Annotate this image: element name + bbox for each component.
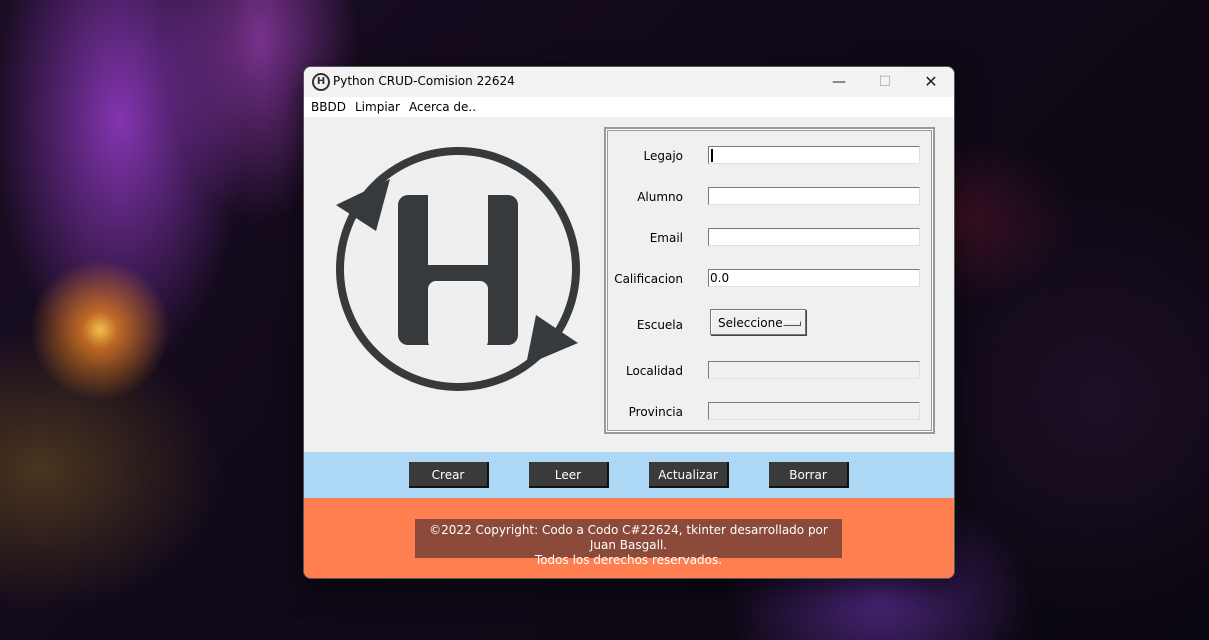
menu-limpiar[interactable]: Limpiar xyxy=(355,100,400,114)
maximize-button[interactable]: ☐ xyxy=(862,67,908,97)
borrar-button[interactable]: Borrar xyxy=(769,462,849,488)
close-button[interactable]: ✕ xyxy=(908,67,954,97)
calificacion-input[interactable]: 0.0 xyxy=(708,269,920,287)
label-localidad: Localidad xyxy=(625,364,683,378)
email-input[interactable] xyxy=(708,228,920,246)
provincia-input xyxy=(708,402,920,420)
label-calificacion: Calificacion xyxy=(614,272,683,286)
window-title: Python CRUD-Comision 22624 xyxy=(333,74,515,88)
menu-acerca-de[interactable]: Acerca de.. xyxy=(409,100,476,114)
app-icon: H xyxy=(312,73,330,91)
copyright-line-2: Todos los derechos reservados. xyxy=(534,553,723,567)
option-menu-indicator-icon xyxy=(783,321,801,326)
menu-bar: BBDD Limpiar Acerca de.. xyxy=(304,97,954,117)
escuela-select[interactable]: Seleccione xyxy=(710,309,806,335)
localidad-input xyxy=(708,361,920,379)
label-email: Email xyxy=(649,231,683,245)
escuela-selected-value: Seleccione xyxy=(718,316,783,330)
button-bar: Crear Leer Actualizar Borrar xyxy=(304,452,954,498)
copyright-notice: ©2022 Copyright: Codo a Codo C#22624, tk… xyxy=(415,519,842,567)
crear-button[interactable]: Crear xyxy=(409,462,489,488)
footer: ©2022 Copyright: Codo a Codo C#22624, tk… xyxy=(304,498,954,578)
label-alumno: Alumno xyxy=(637,190,683,204)
alumno-input[interactable] xyxy=(708,187,920,205)
label-legajo: Legajo xyxy=(643,149,683,163)
student-form: Legajo Alumno Email Calificacion 0.0 Esc… xyxy=(604,127,935,434)
label-escuela: Escuela xyxy=(636,318,683,332)
h-cycle-logo-icon xyxy=(336,147,580,391)
text-cursor xyxy=(711,149,713,162)
actualizar-button[interactable]: Actualizar xyxy=(649,462,729,488)
minimize-button[interactable]: — xyxy=(816,67,862,97)
leer-button[interactable]: Leer xyxy=(529,462,609,488)
label-provincia: Provincia xyxy=(628,405,683,419)
main-area: Legajo Alumno Email Calificacion 0.0 Esc… xyxy=(304,117,954,452)
app-window: H Python CRUD-Comision 22624 — ☐ ✕ BBDD … xyxy=(303,66,955,579)
copyright-line-1: ©2022 Copyright: Codo a Codo C#22624, tk… xyxy=(429,523,828,552)
title-bar[interactable]: H Python CRUD-Comision 22624 — ☐ ✕ xyxy=(304,67,954,97)
legajo-input[interactable] xyxy=(708,146,920,164)
menu-bbdd[interactable]: BBDD xyxy=(311,100,346,114)
